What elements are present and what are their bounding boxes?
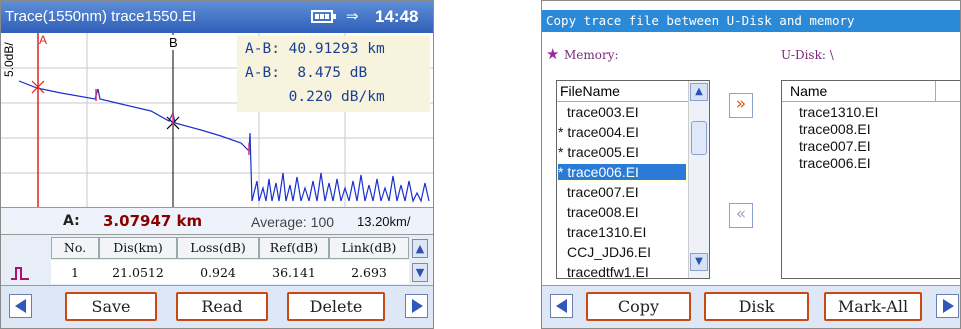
udisk-label: U-Disk: \ [781,48,834,62]
copy-left-icon[interactable]: « [729,203,753,228]
memory-list-header: FileName [557,81,690,102]
window-title: Trace(1550nm) trace1550.EI [5,8,197,25]
event-table: No. Dis(km) Loss(dB) Ref(dB) Link(dB) 1 … [1,234,433,287]
toolbar: Save Read Delete [1,285,433,328]
mark-all-button[interactable]: Mark-All [824,292,922,321]
trace-graph[interactable]: 5.0dB/ A B A-B: 40.91293 km A-B: 8.475 d… [1,33,433,207]
cursor-info-bar: A: 3.07947 km Average: 100 13.20km/ [1,207,433,234]
memory-file-item[interactable]: * trace006.EI [557,163,687,181]
udisk-header-label: Name [790,83,828,99]
memory-scrollbar[interactable]: ▲ ▼ [688,81,709,278]
measurement-panel: A-B: 40.91293 km A-B: 8.475 dB 0.220 dB/… [237,36,430,112]
read-button[interactable]: Read [176,292,268,321]
otdr-screen: Trace(1550nm) trace1550.EI ⇒ 14:48 5.0dB… [0,0,434,329]
distance-ab: A-B: 40.91293 km [245,41,385,57]
copy-title-bar: Copy trace file between U-Disk and memor… [542,10,960,32]
event-icon [11,265,29,280]
memory-header-label: FileName [560,83,620,99]
scroll-up-icon[interactable]: ▲ [412,239,428,258]
right-arrow-icon[interactable] [405,294,428,318]
udisk-file-item[interactable]: trace007.EI [799,138,871,154]
col-loss: Loss(dB) [190,240,246,255]
loss-ab: A-B: 8.475 dB [245,65,368,81]
memory-file-item[interactable]: trace003.EI [567,104,639,120]
col-link: Link(dB) [341,240,397,255]
memory-file-list[interactable]: FileName trace003.EI * trace004.EI * trace… [556,80,710,279]
udisk-list-header: Name [782,81,960,102]
memory-file-item[interactable]: trace008.EI [567,204,639,220]
range-label: 13.20km/ [357,214,411,229]
copy-title: Copy trace file between U-Disk and memor… [546,13,855,28]
cell-no: 1 [71,265,79,280]
copy-button[interactable]: Copy [586,292,691,321]
left-arrow-icon[interactable] [550,294,573,318]
col-ref: Ref(dB) [269,240,319,255]
scroll-down-icon[interactable]: ▼ [690,253,708,271]
cursor-label: A: [63,213,80,229]
average-count: Average: 100 [251,214,335,230]
memory-file-item[interactable]: trace1310.EI [567,224,646,240]
udisk-file-item[interactable]: trace008.EI [799,121,871,137]
delete-button[interactable]: Delete [287,292,385,321]
right-arrow-icon[interactable] [936,294,959,318]
col-distance: Dis(km) [113,240,163,255]
cell-loss: 0.924 [200,265,236,280]
scale-label: 5.0dB/ [2,42,16,77]
title-bar: Trace(1550nm) trace1550.EI ⇒ 14:48 [1,1,433,33]
file-copy-screen: Copy trace file between U-Disk and memor… [541,0,961,329]
star-icon: ★ [546,45,560,63]
scroll-thumb[interactable] [691,121,707,155]
attenuation-ab: 0.220 dB/km [245,89,385,105]
clock: 14:48 [375,7,419,26]
save-button[interactable]: Save [65,292,157,321]
scroll-up-icon[interactable]: ▲ [690,83,708,101]
cell-distance: 21.0512 [112,265,164,280]
udisk-file-list[interactable]: Name trace1310.EI trace008.EI trace007.EI t… [781,80,960,279]
memory-file-item[interactable]: * trace004.EI [558,124,686,140]
marker-a-label: A [39,33,48,47]
left-arrow-icon[interactable] [9,294,32,318]
disk-button[interactable]: Disk [704,292,809,321]
plug-icon: ⇒ [346,7,359,25]
udisk-file-item[interactable]: trace006.EI [799,155,871,171]
col-no: No. [63,240,87,255]
memory-label: Memory: [564,48,619,62]
scroll-down-icon[interactable]: ▼ [412,263,428,282]
battery-icon [311,10,336,23]
memory-file-item[interactable]: trace007.EI [567,184,639,200]
cell-ref: 36.141 [272,265,316,280]
copy-toolbar: Copy Disk Mark-All [542,285,960,328]
cursor-distance: 3.07947 km [103,212,203,230]
copy-right-icon[interactable]: » [729,93,753,118]
marker-b-label: B [169,35,178,50]
memory-file-item[interactable]: CCJ_JDJ6.EI [567,244,651,260]
memory-file-item[interactable]: * trace005.EI [558,144,686,160]
udisk-file-item[interactable]: trace1310.EI [799,104,878,120]
memory-file-item[interactable]: tracedtfw1.EI [567,264,649,278]
cell-link: 2.693 [351,265,387,280]
